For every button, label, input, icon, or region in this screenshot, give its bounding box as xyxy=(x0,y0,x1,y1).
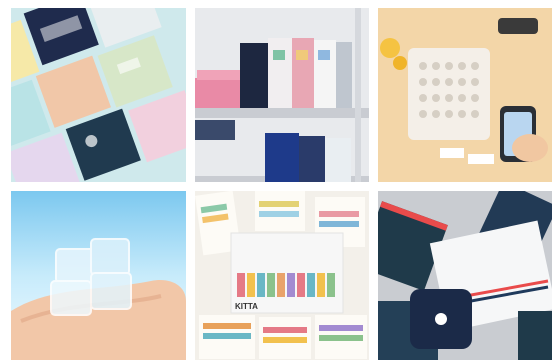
clear-stamp-image xyxy=(11,191,186,360)
photo-tile-navy-stationery[interactable] xyxy=(378,191,552,360)
photo-tile-file-boxes[interactable] xyxy=(195,8,369,182)
photo-tile-kitta-tape[interactable]: KITTA xyxy=(195,191,369,360)
label-printer-image xyxy=(378,8,552,182)
navy-stationery-image xyxy=(378,191,552,360)
photo-tile-binder-covers[interactable] xyxy=(11,8,186,182)
file-boxes-image xyxy=(195,8,369,182)
kitta-tape-image: KITTA xyxy=(195,191,369,360)
binder-covers-image xyxy=(11,8,186,182)
photo-tile-label-printer[interactable] xyxy=(378,8,552,182)
photo-tile-clear-stamp[interactable] xyxy=(11,191,186,360)
kitta-brand-text: KITTA xyxy=(235,302,258,311)
